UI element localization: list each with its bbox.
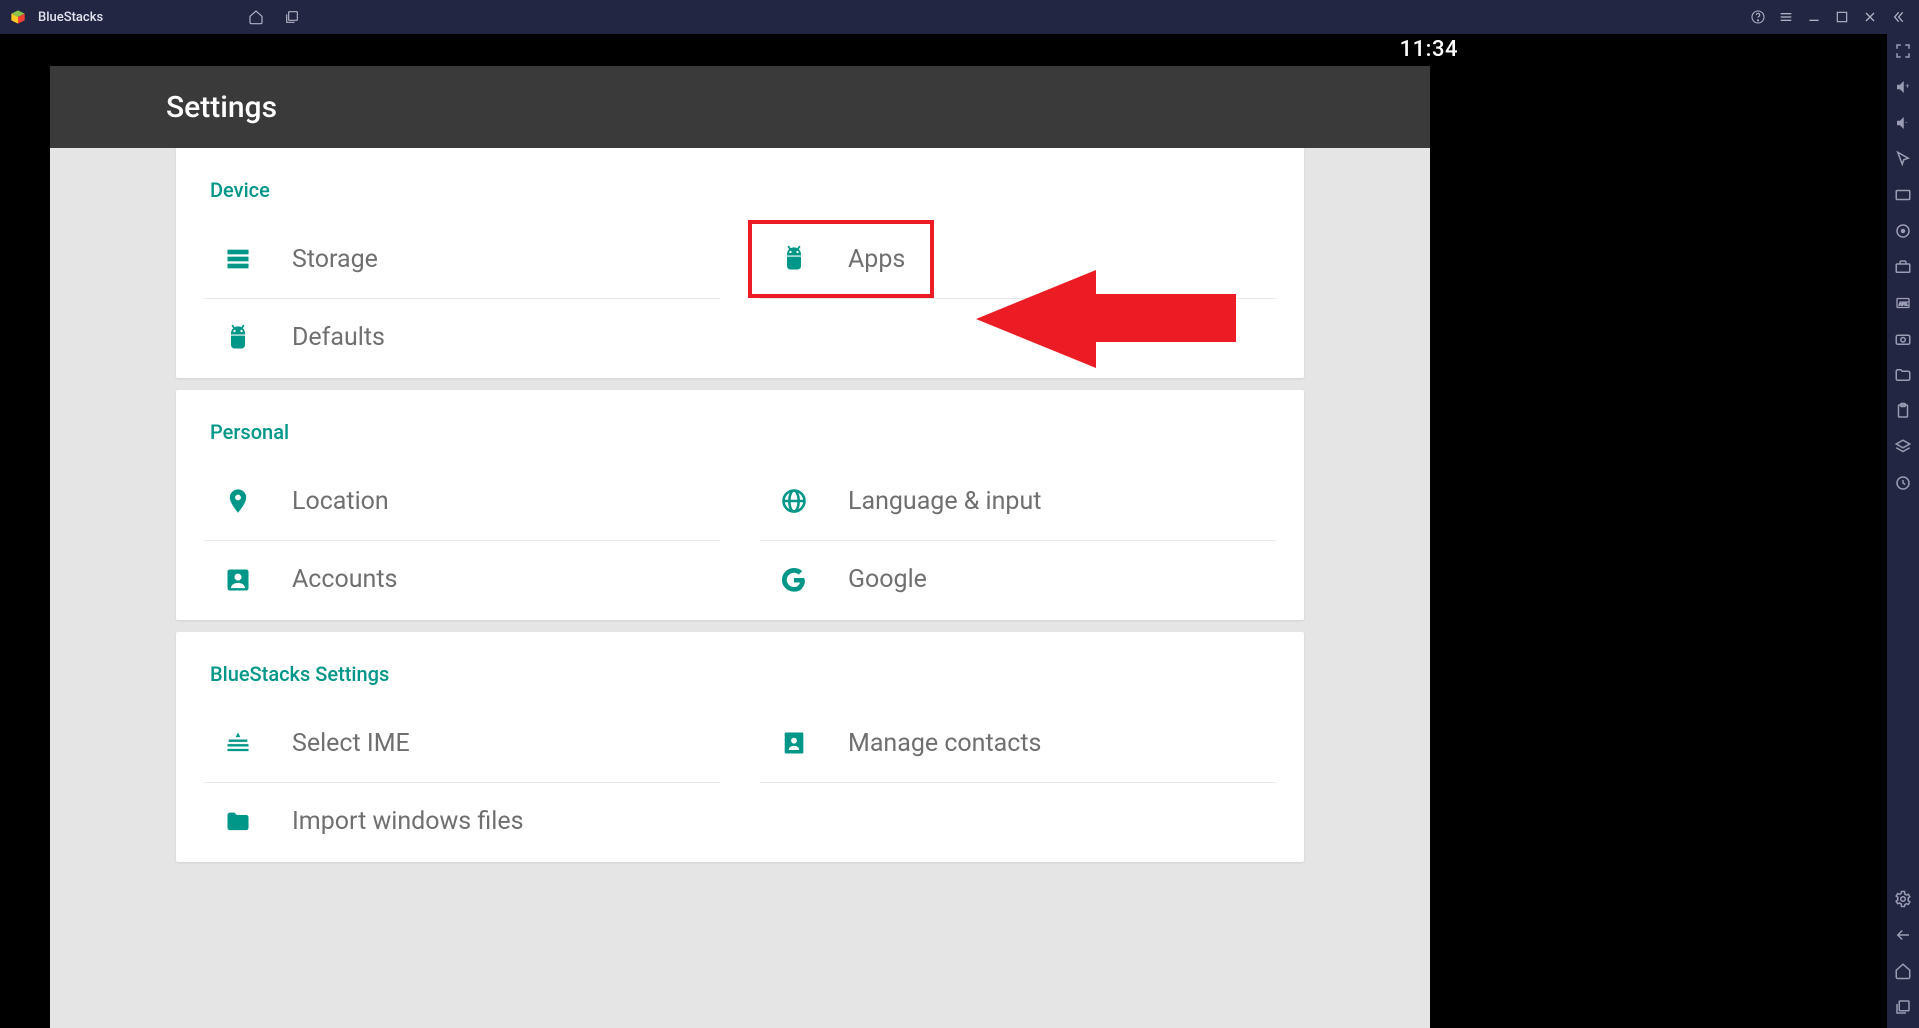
settings-item-label: Defaults (292, 323, 385, 352)
android-statusbar: 11:34 (1400, 34, 1480, 64)
android-icon (214, 314, 262, 362)
settings-item-label: Apps (848, 245, 905, 274)
settings-item-label: Import windows files (292, 807, 524, 836)
settings-item-select-ime[interactable]: Select IME (204, 704, 720, 782)
settings-item-label: Accounts (292, 565, 397, 594)
settings-item-import-files[interactable]: Import windows files (204, 782, 720, 860)
settings-item-label: Manage contacts (848, 729, 1041, 758)
settings-item-google[interactable]: Google (760, 540, 1276, 618)
svg-text:-: - (1905, 118, 1907, 127)
target-icon[interactable] (1889, 220, 1917, 242)
settings-item-language[interactable]: Language & input (760, 462, 1276, 540)
storage-icon (214, 235, 262, 283)
location-icon (214, 477, 262, 525)
tabs-icon[interactable] (279, 4, 305, 30)
home-icon[interactable] (243, 4, 269, 30)
settings-item-storage[interactable]: Storage (204, 220, 720, 298)
titlebar: BlueStacks (0, 0, 1919, 34)
maximize-icon[interactable] (1829, 4, 1855, 30)
settings-item-label: Select IME (292, 729, 410, 758)
bluestacks-logo-icon (8, 7, 28, 27)
titlebar-left: BlueStacks (8, 4, 305, 30)
side-toolbar: + - APK (1887, 34, 1919, 1028)
back-icon[interactable] (1889, 924, 1917, 946)
collapse-sidebar-icon[interactable] (1885, 4, 1911, 30)
statusbar-time: 11:34 (1400, 37, 1458, 62)
menu-icon[interactable] (1773, 4, 1799, 30)
settings-item-defaults[interactable]: Defaults (204, 298, 720, 376)
settings-item-apps[interactable]: Apps (760, 220, 1276, 298)
empty-cell (760, 782, 1276, 860)
keyboard-icon (214, 719, 262, 767)
settings-section-bluestacks: BlueStacks Settings Select IME Manage co… (176, 632, 1304, 862)
settings-item-label: Language & input (848, 487, 1041, 516)
folder-icon (214, 798, 262, 846)
media-icon[interactable] (1889, 184, 1917, 206)
settings-item-label: Google (848, 565, 927, 594)
contacts-icon (770, 719, 818, 767)
settings-icon[interactable] (1889, 888, 1917, 910)
settings-body: Device Storage Apps (50, 148, 1430, 862)
section-title: BlueStacks Settings (176, 632, 1304, 704)
settings-header: Settings (50, 66, 1430, 148)
section-title: Personal (176, 390, 1304, 462)
close-icon[interactable] (1857, 4, 1883, 30)
volume-down-icon[interactable]: - (1889, 112, 1917, 134)
app-title: BlueStacks (38, 10, 103, 25)
settings-item-label: Location (292, 487, 389, 516)
android-icon (770, 235, 818, 283)
help-icon[interactable] (1745, 4, 1771, 30)
folder-icon[interactable] (1889, 364, 1917, 386)
emulator-viewport: 11:34 Settings Device Storage (0, 34, 1480, 1028)
minimize-icon[interactable] (1801, 4, 1827, 30)
titlebar-right (1745, 4, 1911, 30)
cursor-icon[interactable] (1889, 148, 1917, 170)
settings-section-device: Device Storage Apps (176, 148, 1304, 378)
settings-title: Settings (166, 90, 277, 125)
person-icon (214, 556, 262, 604)
settings-item-label: Storage (292, 245, 378, 274)
fullscreen-icon[interactable] (1889, 40, 1917, 62)
recents-icon[interactable] (1889, 996, 1917, 1018)
svg-text:APK: APK (1899, 301, 1908, 307)
settings-item-location[interactable]: Location (204, 462, 720, 540)
settings-item-manage-contacts[interactable]: Manage contacts (760, 704, 1276, 782)
apk-icon[interactable]: APK (1889, 292, 1917, 314)
nav-home-icon[interactable] (1889, 960, 1917, 982)
layers-icon[interactable] (1889, 436, 1917, 458)
clock-icon[interactable] (1889, 472, 1917, 494)
globe-icon (770, 477, 818, 525)
section-title: Device (176, 148, 1304, 220)
svg-text:+: + (1905, 82, 1909, 91)
volume-up-icon[interactable]: + (1889, 76, 1917, 98)
clipboard-icon[interactable] (1889, 400, 1917, 422)
android-screen: Settings Device Storage (50, 66, 1430, 1028)
google-icon (770, 556, 818, 604)
settings-section-personal: Personal Location Language & input (176, 390, 1304, 620)
empty-cell (760, 298, 1276, 376)
settings-item-accounts[interactable]: Accounts (204, 540, 720, 618)
camera-icon[interactable] (1889, 328, 1917, 350)
toolbox-icon[interactable] (1889, 256, 1917, 278)
